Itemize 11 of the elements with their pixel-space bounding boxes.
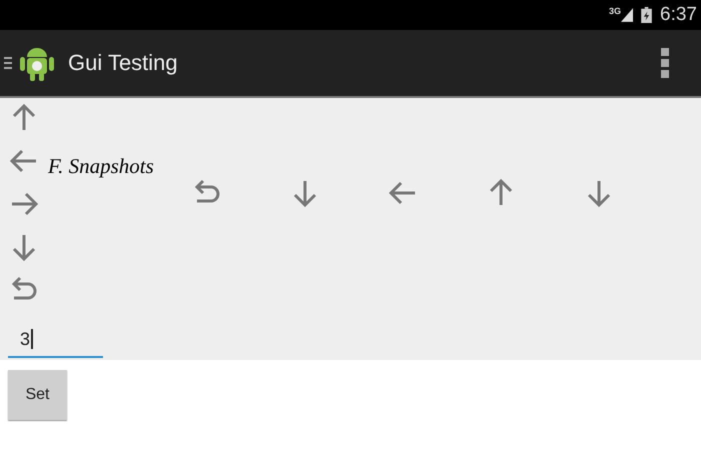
robot-icon — [20, 45, 54, 81]
set-button[interactable]: Set — [8, 370, 67, 420]
network-type: 3G — [609, 6, 622, 16]
figure-caption: F. Snapshots — [48, 154, 155, 179]
overflow-menu-icon[interactable] — [661, 48, 669, 78]
number-input-field[interactable]: 3 — [8, 322, 103, 358]
app-title: Gui Testing — [68, 50, 178, 76]
menu-icon[interactable] — [4, 55, 12, 71]
clock-time: 6:37 — [660, 4, 697, 26]
battery-icon — [641, 7, 652, 23]
signal-icon — [621, 7, 634, 23]
